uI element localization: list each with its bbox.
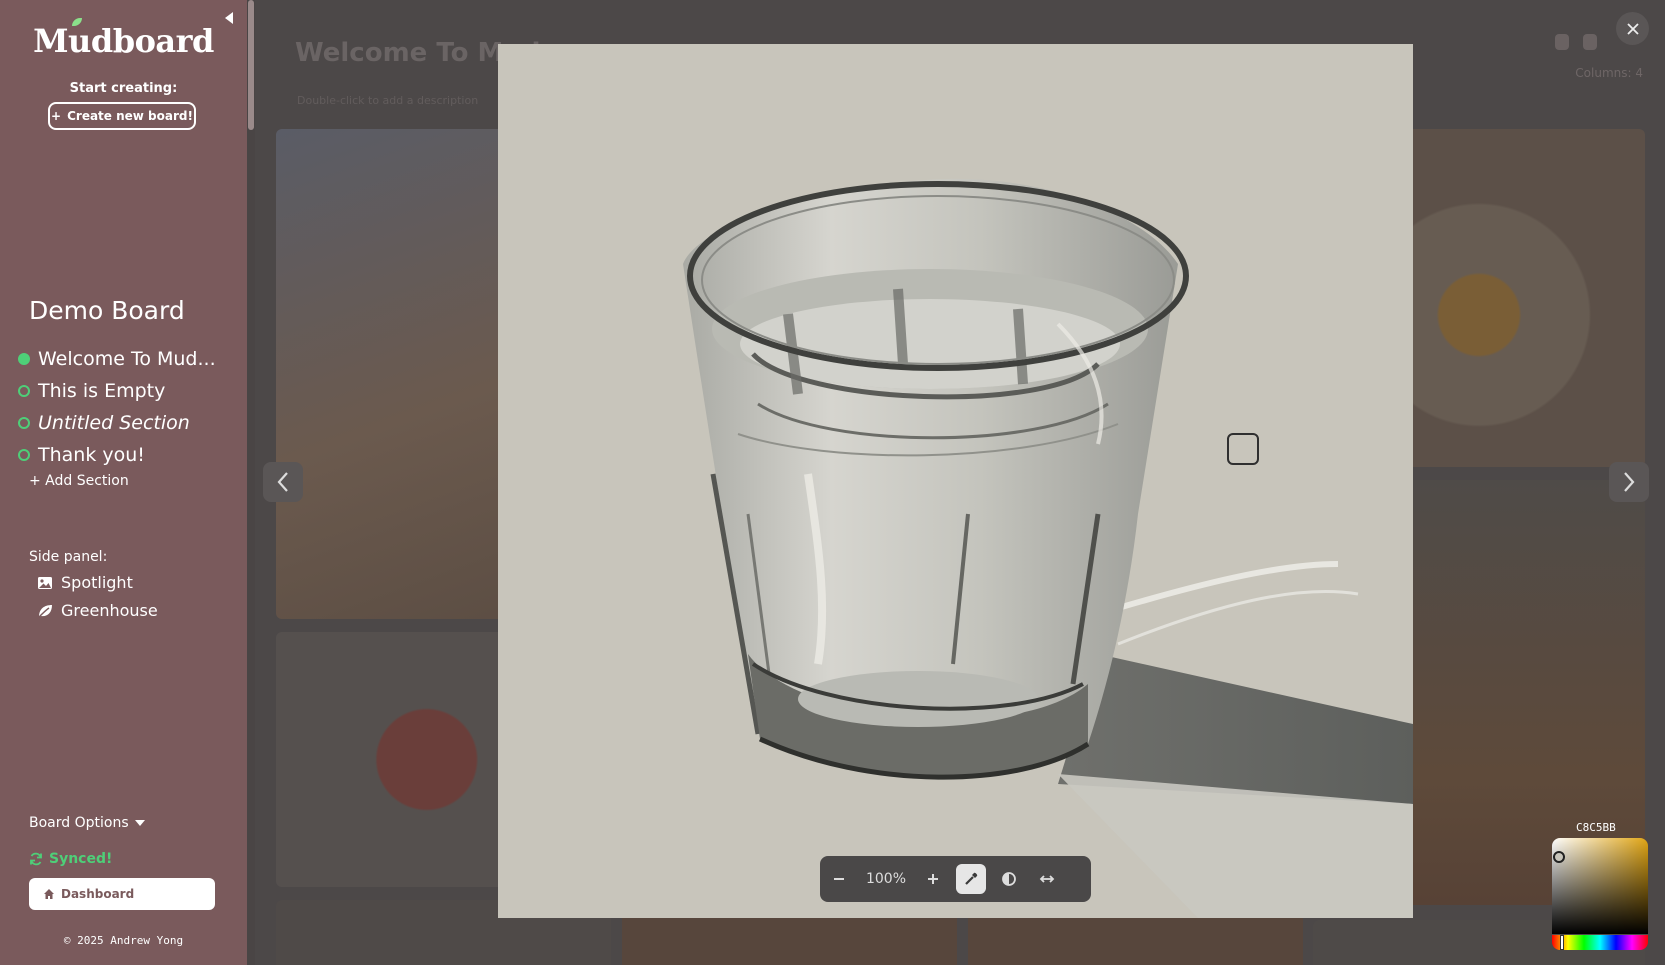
color-picker-handle[interactable] [1553,851,1565,863]
collapse-sidebar-icon[interactable] [224,12,234,24]
section-dot-icon [18,385,30,397]
section-dot-icon [18,449,30,461]
sync-icon [30,852,42,866]
section-label: Untitled Section [38,412,190,434]
section-description: Double-click to add a description [297,94,479,107]
image-icon [38,576,52,589]
eyedropper-button[interactable] [956,864,986,894]
section-item-untitled[interactable]: Untitled Section [18,407,216,439]
chevron-left-icon [277,472,288,492]
leaf-icon[interactable] [1555,34,1569,50]
board-title[interactable]: Demo Board [29,296,185,325]
sidebar-scrollbar[interactable] [248,0,254,130]
columns-count: Columns: 4 [1575,66,1643,80]
zoom-level: 100% [865,871,907,887]
caret-down-icon [134,820,145,826]
chevron-right-icon [1624,472,1635,492]
board-options-label: Board Options [29,815,129,831]
flip-horizontal-button[interactable] [1028,864,1066,894]
section-label: Thank you! [38,444,145,466]
glass-painting-image [498,44,1413,918]
side-panel-label: Side panel: [29,549,108,565]
spotlight-label: Spotlight [61,573,133,592]
section-active-dot-icon [18,353,30,365]
plus-icon [928,874,938,884]
create-board-label: Create new board! [67,109,193,123]
spotlight-panel-button[interactable]: Spotlight [37,573,133,592]
greenhouse-panel-button[interactable]: Greenhouse [37,601,158,620]
contrast-icon [1002,872,1016,886]
color-picker[interactable] [1552,838,1648,950]
greenhouse-label: Greenhouse [61,601,158,620]
zoom-out-button[interactable] [820,864,858,894]
flip-horizontal-icon [1039,875,1055,883]
create-new-board-button[interactable]: + Create new board! [48,102,196,130]
sidebar: Mudboard Start creating: + Create new bo… [0,0,247,965]
copy-icon[interactable] [1583,34,1597,50]
section-list: Welcome To Mud... This is Empty Untitled… [18,343,216,471]
contrast-button[interactable] [990,864,1028,894]
dashboard-label: Dashboard [61,887,135,901]
synced-label: Synced! [49,851,113,867]
add-section-button[interactable]: + Add Section [29,473,129,489]
section-item-thank-you[interactable]: Thank you! [18,439,216,471]
eyedropper-cursor [1227,433,1259,465]
home-icon [44,889,54,899]
board-toolbar [1555,34,1597,50]
sampled-color-hex: C8C5BB [1576,821,1616,834]
hue-slider[interactable] [1552,935,1648,950]
previous-image-button[interactable] [263,462,303,502]
minus-icon [834,878,844,880]
hue-slider-handle[interactable] [1560,935,1564,950]
sync-status: Synced! [29,851,112,867]
zoom-in-button[interactable] [914,864,952,894]
section-dot-icon [18,417,30,429]
next-image-button[interactable] [1609,462,1649,502]
viewer-toolbar: 100% [820,856,1091,902]
close-viewer-button[interactable] [1616,12,1649,45]
plus-icon: + [51,109,62,123]
leaf-icon [38,604,52,617]
section-label: This is Empty [38,380,166,402]
section-item-empty[interactable]: This is Empty [18,375,216,407]
dashboard-button[interactable]: Dashboard [29,878,215,910]
copyright-footer: © 2025 Andrew Yong [63,934,184,947]
section-item-welcome[interactable]: Welcome To Mud... [18,343,216,375]
logo-text: Mudboard [33,22,214,60]
eyedropper-icon [965,872,978,885]
saturation-value-area[interactable] [1552,838,1648,934]
close-icon [1626,22,1639,35]
section-label: Welcome To Mud... [38,348,216,370]
mudboard-logo[interactable]: Mudboard [0,18,247,60]
image-viewer[interactable] [498,44,1413,918]
start-creating-label: Start creating: [69,81,178,96]
board-options-dropdown[interactable]: Board Options [29,815,145,831]
